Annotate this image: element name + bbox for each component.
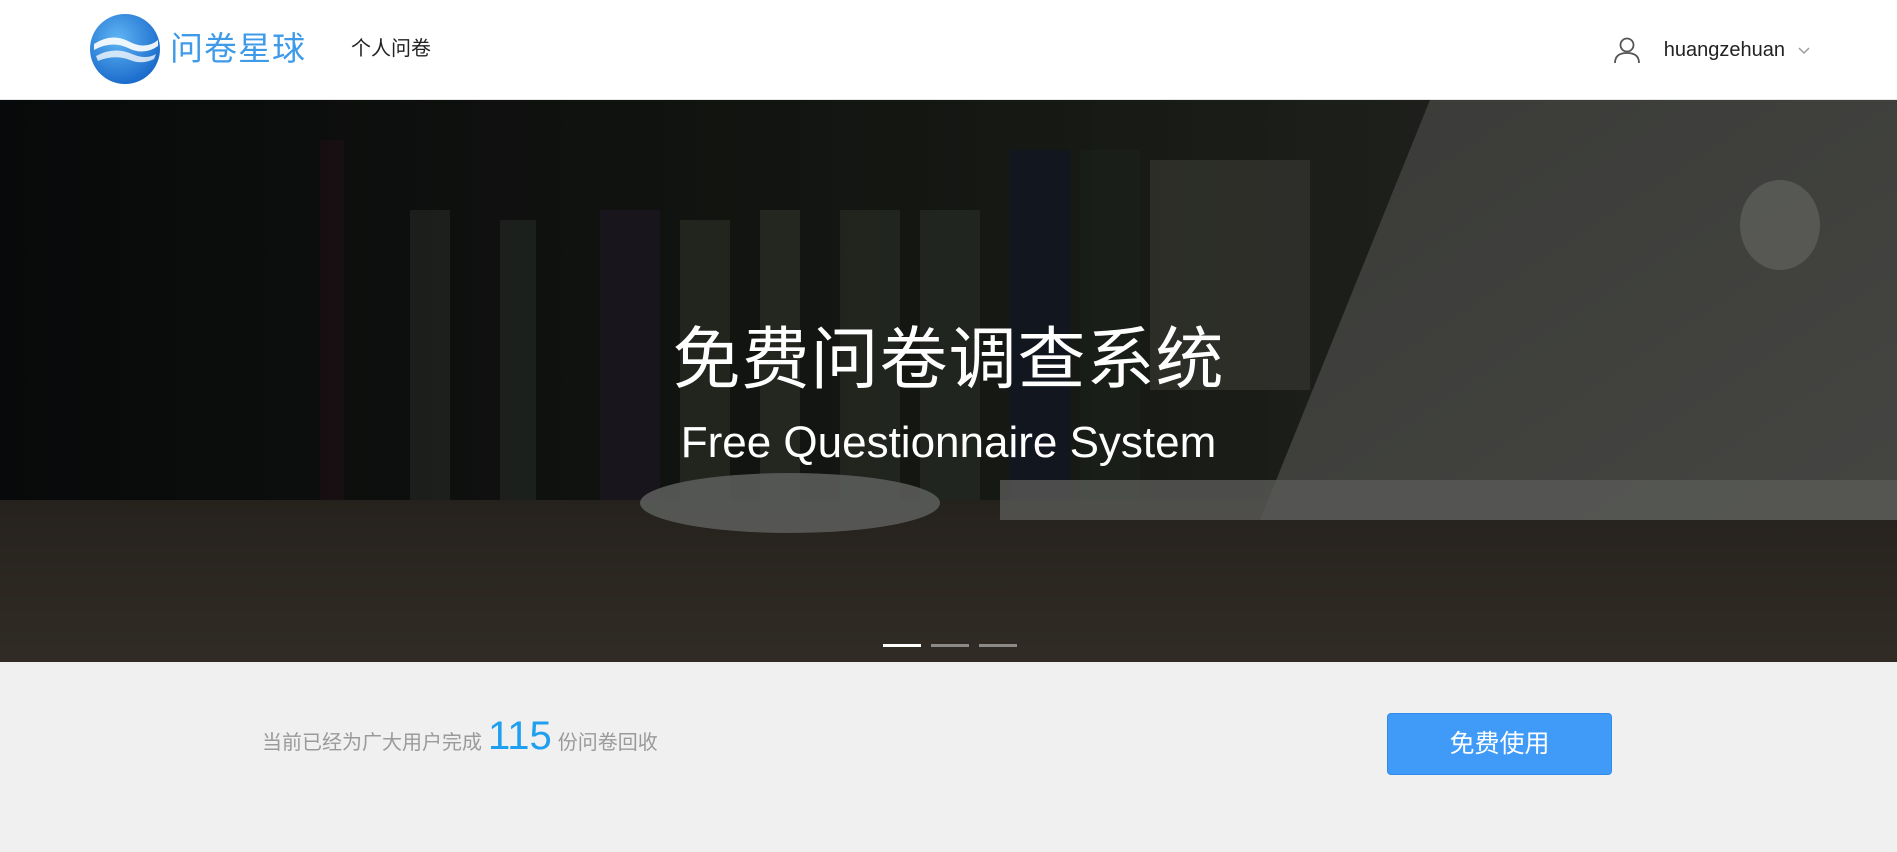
carousel-dot-3[interactable] (979, 644, 1017, 647)
planet-logo-icon[interactable] (90, 14, 160, 84)
carousel-dot-1[interactable] (883, 644, 921, 647)
stats-count: 115 (488, 714, 552, 758)
carousel-indicators (883, 644, 1017, 647)
brand-name[interactable]: 问卷星球 (170, 26, 306, 72)
username: huangzehuan (1663, 38, 1785, 61)
nav-personal-questionnaires[interactable]: 个人问卷 (351, 36, 431, 62)
top-header: 问卷星球 个人问卷 huangzehuan (0, 0, 1897, 100)
hero-carousel: 免费问卷调查系统 Free Questionnaire System (0, 100, 1897, 662)
carousel-dot-2[interactable] (931, 644, 969, 647)
hero-subtitle: Free Questionnaire System (680, 418, 1217, 467)
stats-suffix: 份问卷回收 (557, 732, 658, 754)
stats-prefix: 当前已经为广大用户完成 (262, 732, 482, 754)
user-menu[interactable]: huangzehuan (1612, 28, 1811, 72)
user-icon (1613, 37, 1640, 64)
stats-line: 当前已经为广大用户完成 115 份问卷回收 (262, 714, 658, 759)
chevron-down-icon (1798, 47, 1810, 54)
hero-title: 免费问卷调查系统 (672, 322, 1225, 398)
free-use-button[interactable]: 免费使用 (1387, 713, 1612, 775)
